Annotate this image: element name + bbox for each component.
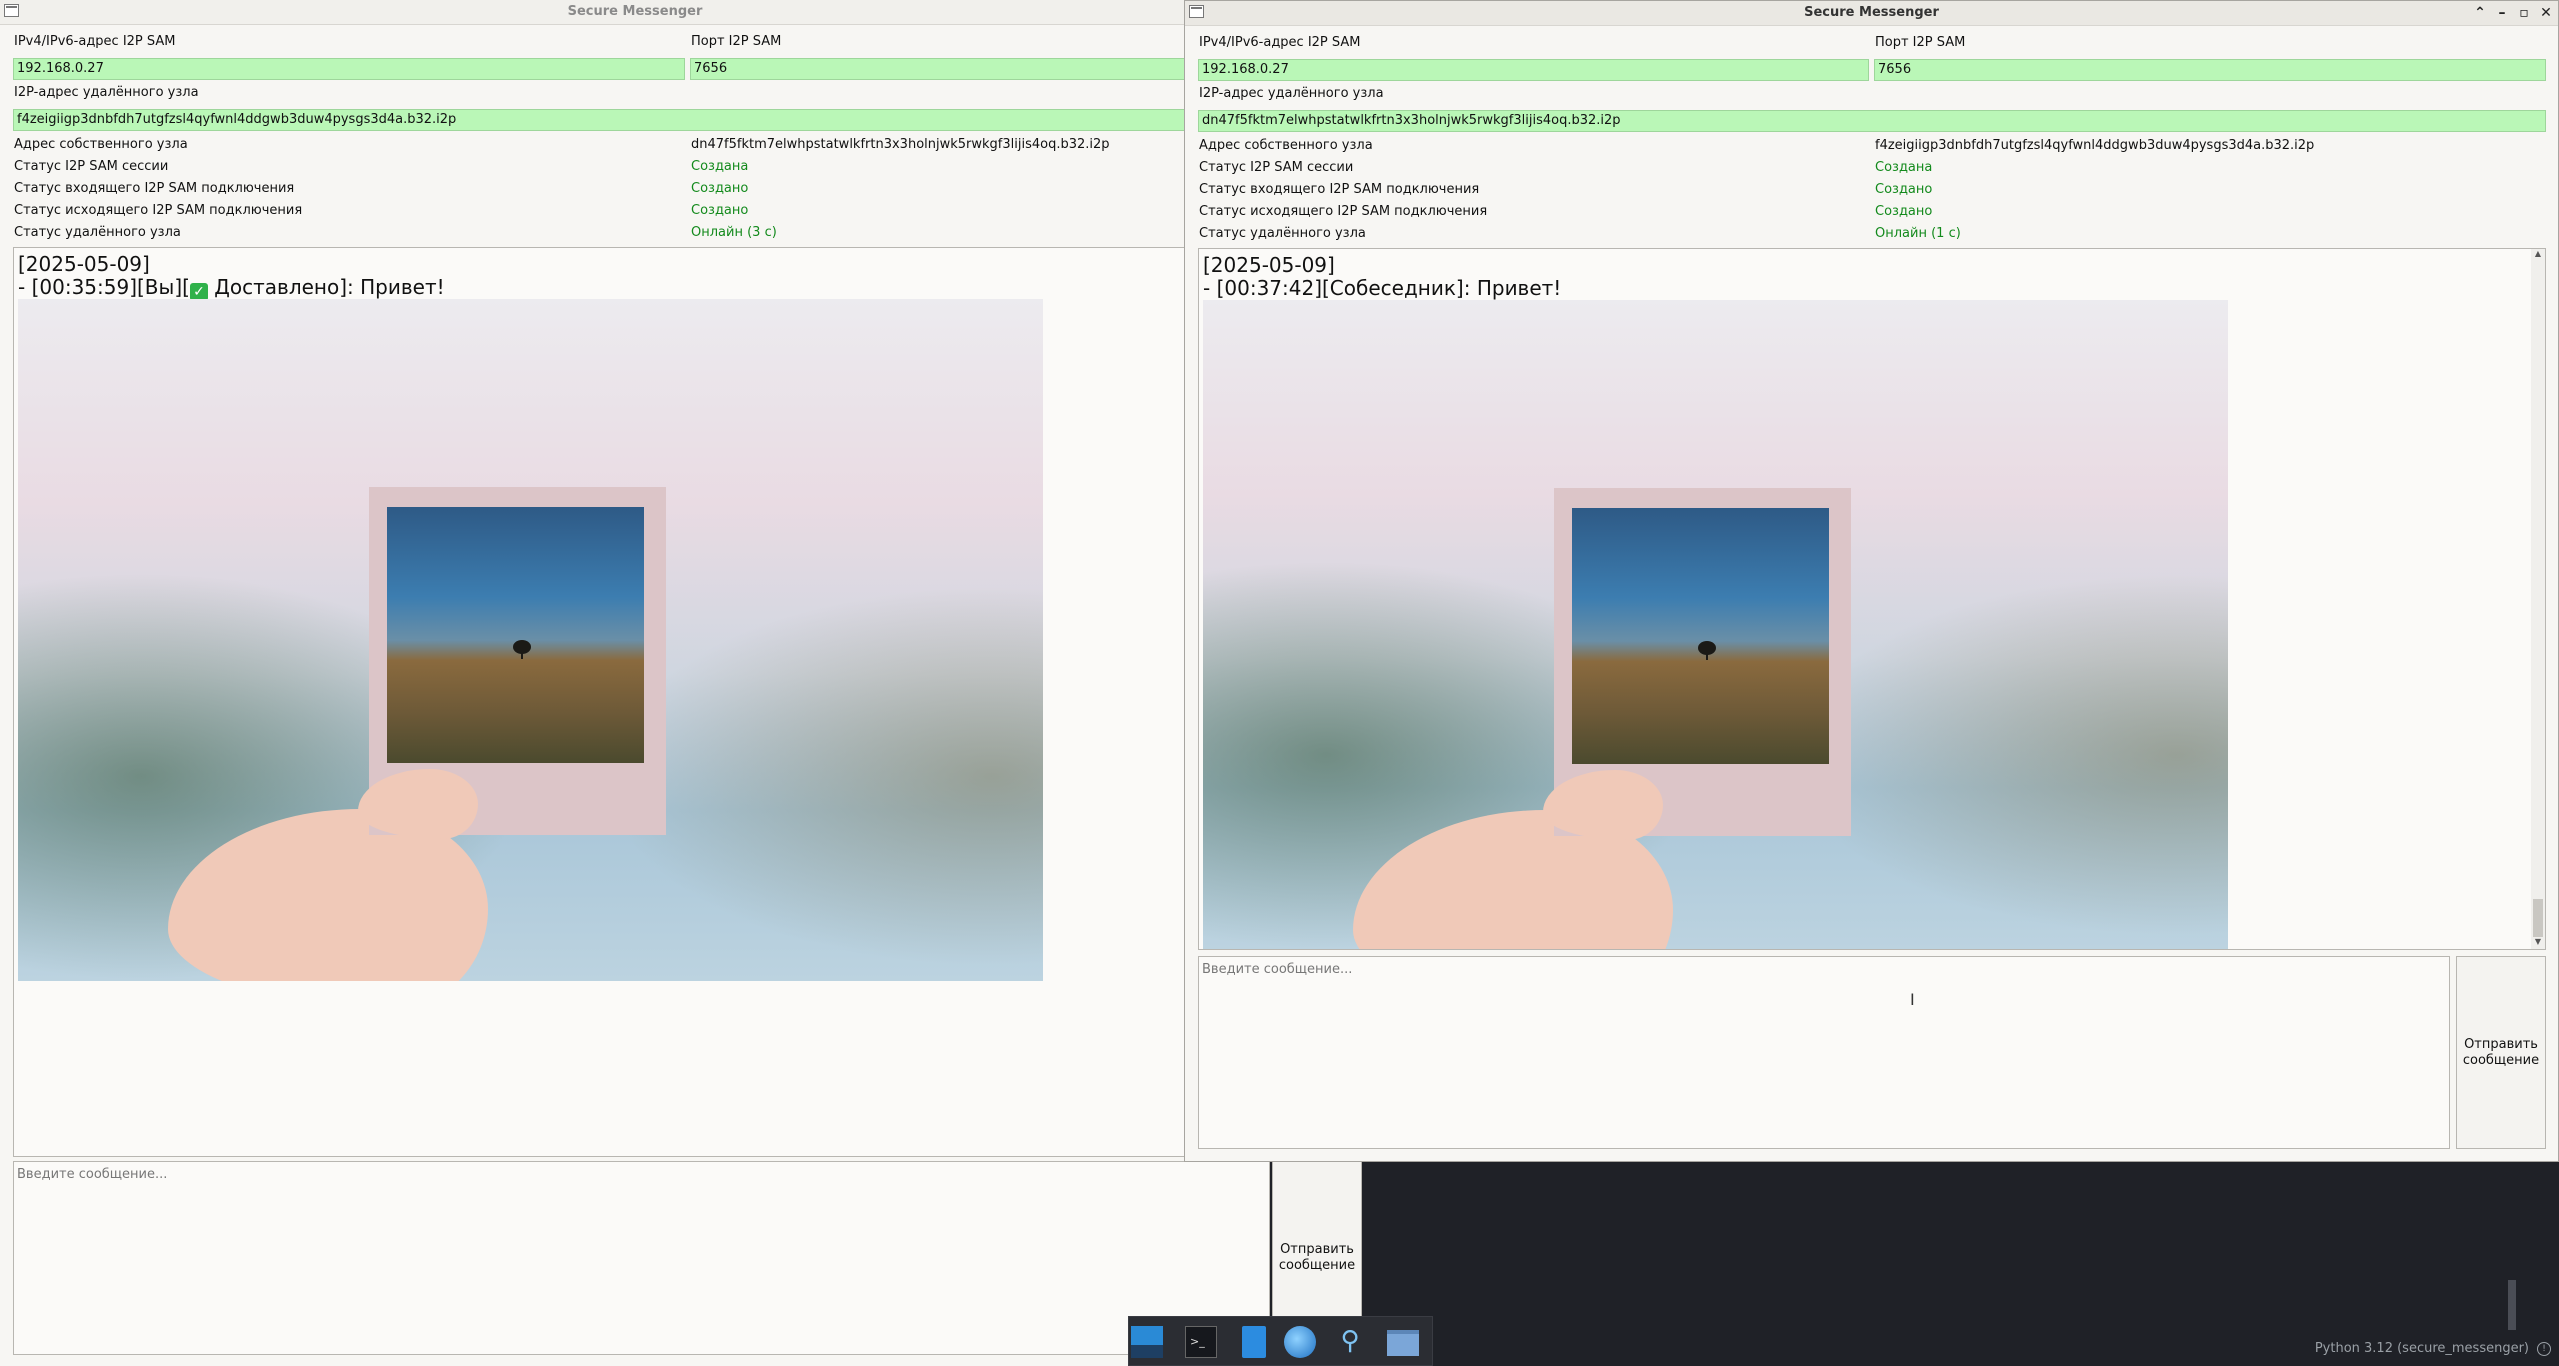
chat-image xyxy=(18,299,1043,981)
outgoing-status-label: Статус исходящего I2P SAM подключения xyxy=(1199,204,1488,219)
incoming-status-label: Статус входящего I2P SAM подключения xyxy=(1199,182,1480,197)
sam-port-field[interactable]: 7656 xyxy=(690,58,1270,80)
tree-trunk xyxy=(521,651,523,659)
chat-message-prefix: - [00:35:59][Вы][ xyxy=(18,275,190,299)
tree-trunk xyxy=(1706,652,1708,660)
right-titlebar[interactable]: Secure Messenger ⌃ – ▫ ✕ xyxy=(1185,1,2558,26)
warning-icon[interactable]: ! xyxy=(2537,1342,2551,1356)
right-window-title: Secure Messenger xyxy=(1804,5,1939,20)
minimize-icon[interactable]: – xyxy=(2492,3,2512,23)
left-window: Secure Messenger IPv4/IPv6-адрес I2P SAM… xyxy=(0,0,1270,1366)
minimize-icon[interactable]: ⌃ xyxy=(2470,3,2490,23)
remote-address-label: I2P-адрес удалённого узла xyxy=(14,85,199,100)
message-input-placeholder: Введите сообщение... xyxy=(1202,962,1353,977)
dock: >_ ⚲ xyxy=(1128,1316,1433,1366)
maximize-icon[interactable]: ▫ xyxy=(2514,3,2534,23)
chat-scrollbar[interactable]: ▲ ▼ xyxy=(2531,249,2545,949)
chat-message: - [00:37:42][Собеседник]: Привет! xyxy=(1203,276,1562,300)
outgoing-status-label: Статус исходящего I2P SAM подключения xyxy=(14,203,303,218)
incoming-status-value: Создано xyxy=(691,181,749,196)
editor-status-text: Python 3.12 (secure_messenger) xyxy=(2314,1341,2529,1356)
polaroid-picture xyxy=(1572,508,1829,764)
own-address-label: Адрес собственного узла xyxy=(14,137,188,152)
text-editor-icon[interactable] xyxy=(1242,1326,1266,1358)
chat-message: - [00:35:59][Вы][✓ Доставлено]: Привет! xyxy=(18,276,445,301)
own-address-value: f4zeigiigp3dnbfdh7utgfzsl4qyfwnl4ddgwb3d… xyxy=(1875,138,2315,153)
window-menu-icon[interactable] xyxy=(1189,5,1204,18)
send-button[interactable]: Отправить сообщение xyxy=(2456,956,2546,1149)
terminal-icon[interactable]: >_ xyxy=(1185,1326,1217,1358)
window-menu-icon[interactable] xyxy=(4,4,19,17)
sam-address-label: IPv4/IPv6-адрес I2P SAM xyxy=(1199,35,1361,50)
own-address-value: dn47f5fktm7elwhpstatwlkfrtn3x3holnjwk5rw… xyxy=(691,137,1110,152)
right-window: Secure Messenger ⌃ – ▫ ✕ IPv4/IPv6-адрес… xyxy=(1184,0,2559,1162)
message-input[interactable]: Введите сообщение... xyxy=(1198,956,2450,1149)
session-status-value: Создана xyxy=(691,159,749,174)
own-address-label: Адрес собственного узла xyxy=(1199,138,1373,153)
remote-status-label: Статус удалённого узла xyxy=(1199,226,1366,241)
remote-status-label: Статус удалённого узла xyxy=(14,225,181,240)
chat-message-status: Доставлено]: Привет! xyxy=(214,275,445,299)
sam-address-field[interactable]: 192.168.0.27 xyxy=(1198,59,1869,81)
close-icon[interactable]: ✕ xyxy=(2536,3,2556,23)
remote-address-field[interactable]: f4zeigiigp3dnbfdh7utgfzsl4qyfwnl4ddgwb3d… xyxy=(13,109,1270,131)
left-titlebar[interactable]: Secure Messenger xyxy=(0,0,1270,25)
chat-date: [2025-05-09] xyxy=(1203,253,1335,277)
incoming-status-label: Статус входящего I2P SAM подключения xyxy=(14,181,295,196)
chat-history[interactable]: [2025-05-09] - [00:35:59][Вы][✓ Доставле… xyxy=(13,247,1270,1157)
remote-status-value: Онлайн (3 с) xyxy=(691,225,777,240)
sam-port-field[interactable]: 7656 xyxy=(1874,59,2546,81)
scroll-thumb[interactable] xyxy=(2533,899,2543,937)
outgoing-status-value: Создано xyxy=(1875,204,1933,219)
message-input[interactable]: Введите сообщение... xyxy=(13,1161,1270,1355)
incoming-status-value: Создано xyxy=(1875,182,1933,197)
session-status-value: Создана xyxy=(1875,160,1933,175)
remote-status-value: Онлайн (1 с) xyxy=(1875,226,1961,241)
polaroid-picture xyxy=(387,507,644,763)
left-window-title: Secure Messenger xyxy=(567,4,703,19)
search-icon[interactable]: ⚲ xyxy=(1334,1326,1366,1358)
session-status-label: Статус I2P SAM сессии xyxy=(1199,160,1354,175)
outgoing-status-value: Создано xyxy=(691,203,749,218)
scroll-down-icon[interactable]: ▼ xyxy=(2531,937,2545,949)
message-input-placeholder: Введите сообщение... xyxy=(17,1167,168,1182)
remote-address-label: I2P-адрес удалённого узла xyxy=(1199,86,1384,101)
send-button-label: Отправить сообщение xyxy=(2462,1036,2540,1068)
desktop-icon[interactable] xyxy=(1131,1326,1163,1358)
remote-address-field[interactable]: dn47f5fktm7elwhpstatwlkfrtn3x3holnjwk5rw… xyxy=(1198,110,2546,132)
left-send-label: Отправить сообщение xyxy=(1278,1242,1356,1273)
chat-image xyxy=(1203,300,2228,949)
scroll-up-icon[interactable]: ▲ xyxy=(2531,249,2545,261)
sam-address-field[interactable]: 192.168.0.27 xyxy=(13,58,685,80)
chat-date: [2025-05-09] xyxy=(18,252,150,276)
text-cursor-icon: I xyxy=(1910,990,1915,1009)
browser-icon[interactable] xyxy=(1284,1326,1316,1358)
session-status-label: Статус I2P SAM сессии xyxy=(14,159,169,174)
sam-port-label: Порт I2P SAM xyxy=(691,34,782,49)
chat-history[interactable]: [2025-05-09] - [00:37:42][Собеседник]: П… xyxy=(1198,248,2546,950)
editor-scrollbar[interactable] xyxy=(2508,1280,2516,1330)
folder-icon[interactable] xyxy=(1387,1330,1419,1356)
sam-port-label: Порт I2P SAM xyxy=(1875,35,1966,50)
sam-address-label: IPv4/IPv6-адрес I2P SAM xyxy=(14,34,176,49)
